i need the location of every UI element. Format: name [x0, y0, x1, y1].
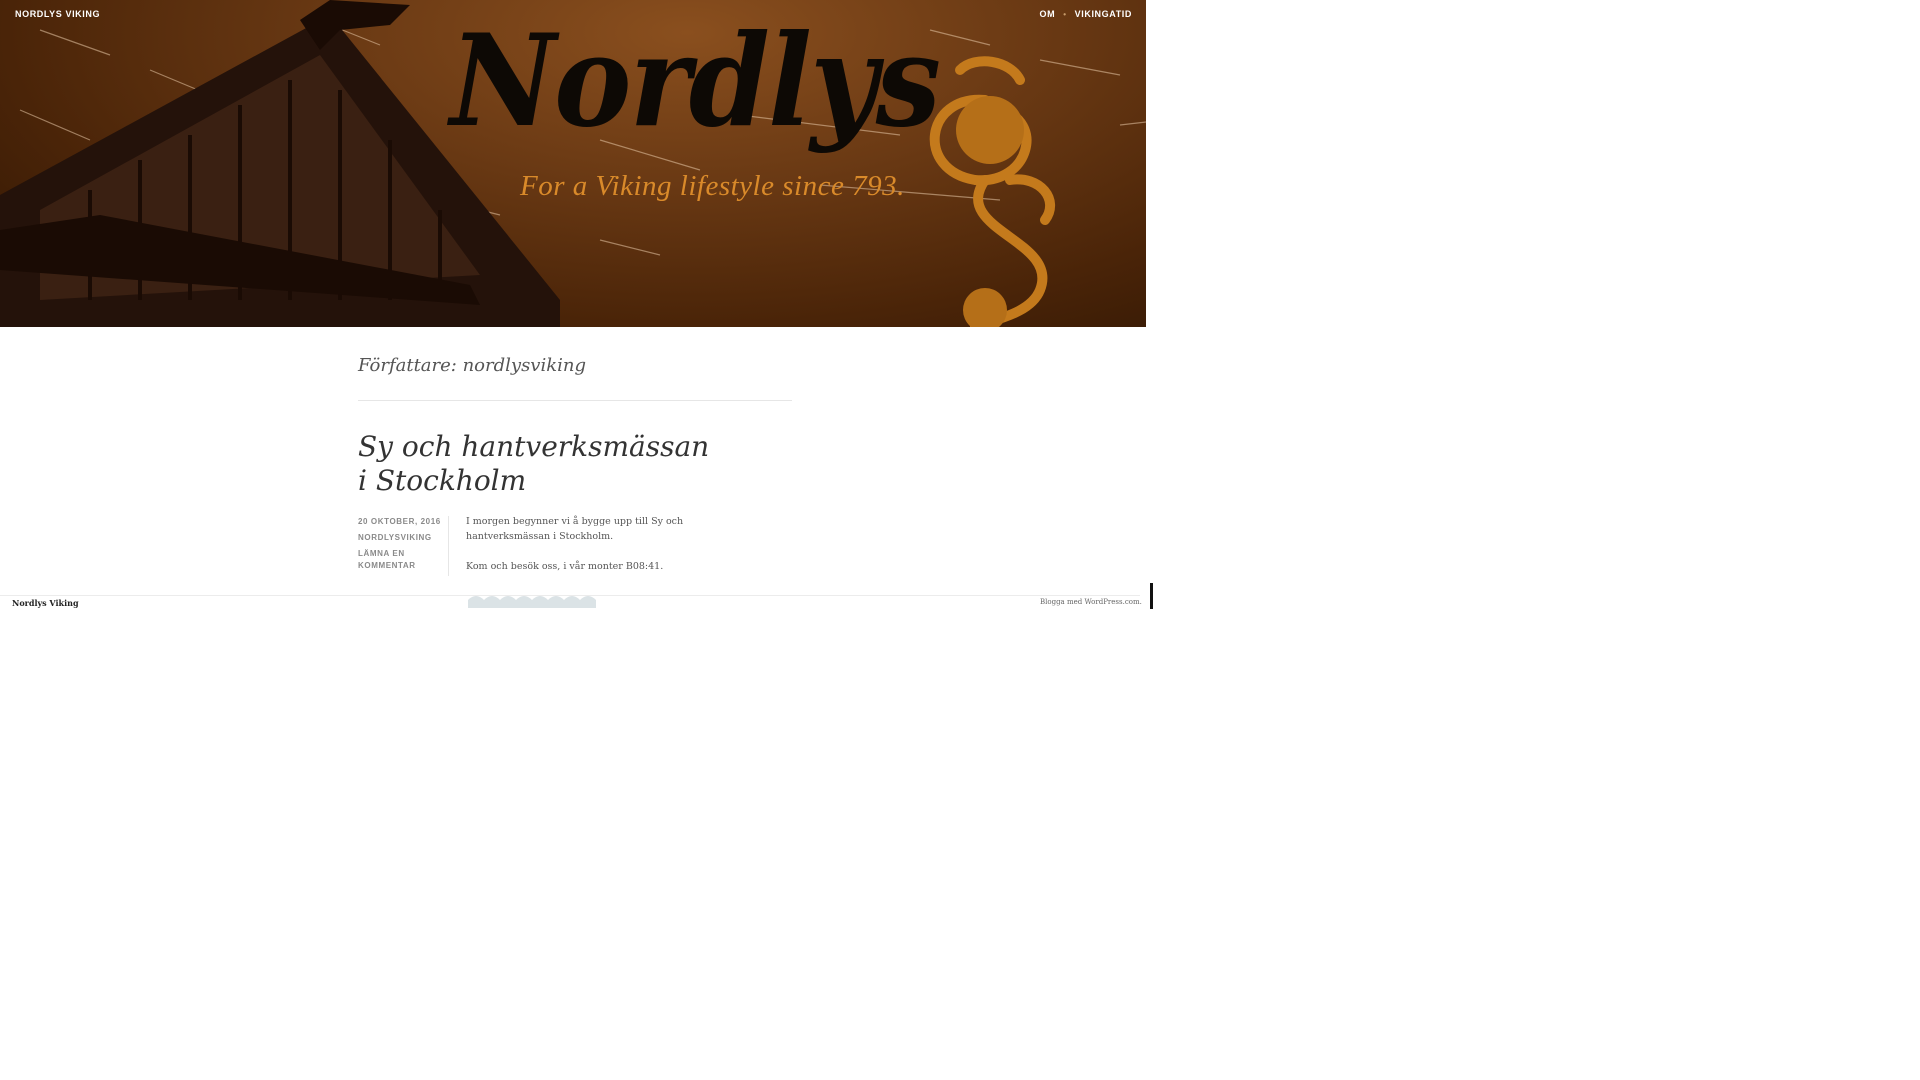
main-menu: OM • VIKINGATID — [1040, 9, 1132, 19]
menu-item-vikingatid[interactable]: VIKINGATID — [1075, 9, 1132, 19]
post-meta: 20 OKTOBER, 2016 NORDLYSVIKING LÄMNA EN … — [358, 516, 448, 576]
post-comment-link[interactable]: LÄMNA EN KOMMENTAR — [358, 548, 448, 572]
post-title[interactable]: Sy och hantverksmässan i Stockholm — [358, 430, 758, 498]
post-content: I morgen begynner vi å bygge upp till Sy… — [466, 514, 766, 589]
loading-wave-graphic — [468, 596, 596, 608]
meta-divider — [448, 516, 449, 576]
post-paragraph: Kom och besök oss, i vår monter B08:41. — [466, 561, 664, 572]
footer-credit-link[interactable]: Blogga med WordPress.com. — [1040, 598, 1142, 606]
archive-divider — [358, 400, 792, 401]
post-title-line2[interactable]: i Stockholm — [358, 464, 526, 497]
post-title-line1[interactable]: Sy och hantverksmässan — [358, 430, 709, 463]
site-tagline: For a Viking lifestyle since 793. — [520, 170, 905, 202]
site-title-link[interactable]: NORDLYS VIKING — [15, 9, 100, 19]
post-paragraph: I morgen begynner vi å bygge upp till Sy… — [466, 516, 684, 542]
text-cursor-bar — [1150, 583, 1153, 609]
archive-title: Författare: nordlysviking — [358, 355, 587, 376]
menu-item-om[interactable]: OM — [1040, 9, 1056, 19]
post-date-link[interactable]: 20 OKTOBER, 2016 — [358, 516, 448, 528]
footer-site-name-link[interactable]: Nordlys Viking — [12, 598, 79, 608]
post-author-link[interactable]: NORDLYSVIKING — [358, 532, 448, 544]
header-banner: Nordlys For a Viking lifestyle since 793… — [0, 0, 1146, 327]
menu-separator-dot: • — [1063, 9, 1067, 19]
site-logo: Nordlys — [450, 7, 941, 155]
